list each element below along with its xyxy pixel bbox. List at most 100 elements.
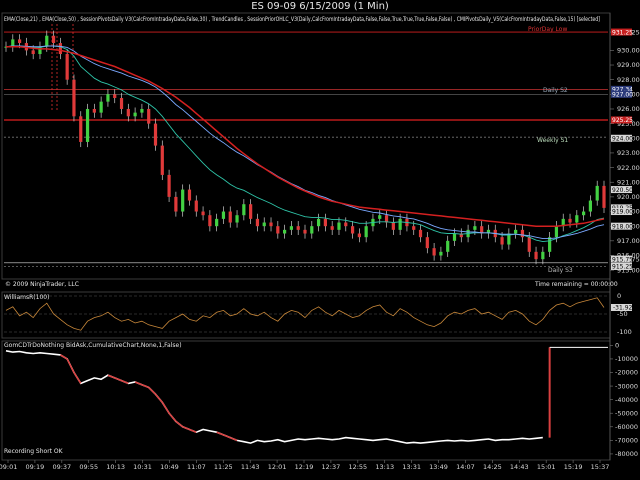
candle-body bbox=[255, 218, 260, 227]
candle-body bbox=[119, 97, 124, 109]
candle-body bbox=[113, 94, 117, 98]
price-tick-label: 929.00 bbox=[617, 61, 640, 69]
candle-body bbox=[337, 222, 341, 230]
delta-tick-label: 0 bbox=[615, 342, 619, 350]
price-tick-label: 921.00 bbox=[617, 178, 640, 186]
williams-panel[interactable] bbox=[1, 291, 611, 339]
candle-body bbox=[310, 226, 314, 234]
candle-body bbox=[201, 211, 205, 216]
candle-body bbox=[425, 237, 429, 249]
candle-body bbox=[126, 108, 130, 117]
candle-body bbox=[548, 237, 552, 252]
williams-tick-label: -50 bbox=[617, 310, 628, 318]
candle-body bbox=[133, 112, 137, 117]
time-tick-label: 09:55 bbox=[79, 463, 98, 471]
candle-body bbox=[330, 226, 334, 230]
price-tick-label: 917.00 bbox=[617, 237, 640, 245]
candle-body bbox=[520, 229, 525, 238]
candle-body bbox=[221, 211, 226, 219]
candle-body bbox=[160, 145, 164, 175]
candle-body bbox=[72, 79, 76, 117]
candle-body bbox=[344, 222, 348, 227]
candle-body bbox=[364, 226, 368, 238]
candle-body bbox=[588, 200, 593, 212]
candle-body bbox=[323, 218, 327, 227]
candle-body bbox=[357, 233, 361, 238]
candle-body bbox=[350, 226, 355, 234]
candle-body bbox=[228, 211, 232, 223]
williams-label: WilliamsR(100) bbox=[4, 294, 49, 301]
candle-body bbox=[167, 174, 171, 197]
candle-body bbox=[79, 116, 83, 142]
price-panel[interactable] bbox=[1, 12, 611, 280]
candle-body bbox=[296, 226, 300, 230]
price-badge-label: 924.00 bbox=[612, 135, 633, 142]
candle-body bbox=[65, 54, 69, 80]
candle-body bbox=[153, 123, 158, 146]
candle-body bbox=[432, 248, 436, 256]
candle-body bbox=[174, 196, 178, 212]
time-tick-label: 13:49 bbox=[429, 463, 448, 471]
time-tick-label: 12:19 bbox=[295, 463, 314, 471]
candle-body bbox=[473, 226, 477, 230]
delta-panel[interactable] bbox=[1, 340, 611, 461]
time-tick-label: 12:01 bbox=[268, 463, 287, 471]
candle-body bbox=[276, 226, 280, 234]
candle-body bbox=[208, 215, 212, 227]
candle-body bbox=[242, 204, 246, 216]
daily-s3-label: Daily S3 bbox=[548, 267, 573, 274]
candle-body bbox=[85, 108, 90, 142]
window-title: ES 09-09 6/15/2009 (1 Min) bbox=[251, 1, 389, 12]
delta-tick-label: -70000 bbox=[615, 437, 638, 445]
candle-body bbox=[418, 229, 423, 238]
candle-body bbox=[31, 50, 35, 55]
copyright-label: © 2009 NinjaTrader, LLC bbox=[5, 281, 79, 288]
candle-body bbox=[514, 229, 518, 234]
candle-body bbox=[262, 222, 266, 227]
candle-body bbox=[187, 189, 192, 201]
candle-body bbox=[452, 233, 457, 241]
candle-body bbox=[595, 185, 599, 201]
delta-label: GomCDTrDoNothing BidAsk,CumulativeChart,… bbox=[4, 342, 182, 349]
price-badge-label: 915.75 bbox=[612, 256, 633, 263]
candle-body bbox=[92, 108, 96, 113]
time-tick-label: 14:43 bbox=[510, 463, 529, 471]
price-axis: 931.25 930.00 929.00 928.00 927.00 926.00 925.… bbox=[609, 13, 640, 460]
delta-tick-label: -10000 bbox=[615, 355, 638, 363]
time-tick-label: 10:13 bbox=[106, 463, 125, 471]
candle-body bbox=[140, 108, 144, 113]
time-tick-label: 13:13 bbox=[375, 463, 394, 471]
candle-body bbox=[378, 215, 382, 219]
candle-body bbox=[398, 218, 402, 230]
candle-body bbox=[51, 35, 56, 44]
candle-body bbox=[575, 215, 579, 223]
candle-body bbox=[249, 204, 253, 219]
candle-body bbox=[147, 108, 151, 124]
candle-body bbox=[45, 35, 49, 47]
candle-body bbox=[602, 185, 606, 208]
time-tick-label: 10:31 bbox=[133, 463, 152, 471]
candle-body bbox=[269, 222, 273, 227]
price-badge-label: 925.25 bbox=[612, 117, 633, 124]
candle-body bbox=[58, 43, 62, 55]
time-tick-label: 11:25 bbox=[214, 463, 233, 471]
time-tick-label: 10:49 bbox=[160, 463, 179, 471]
candle-body bbox=[541, 251, 545, 260]
time-tick-label: 14:07 bbox=[456, 463, 475, 471]
candle-body bbox=[500, 237, 504, 245]
time-tick-label: 09:19 bbox=[26, 463, 45, 471]
price-tick-label: 922.00 bbox=[617, 164, 640, 172]
time-tick-label: 13:31 bbox=[402, 463, 421, 471]
price-tick-label: 928.00 bbox=[617, 76, 640, 84]
candle-body bbox=[446, 240, 450, 252]
time-tick-label: 12:55 bbox=[348, 463, 367, 471]
candle-body bbox=[316, 218, 321, 227]
delta-tick-label: -50000 bbox=[615, 409, 638, 417]
price-tick-label: 920.00 bbox=[617, 193, 640, 201]
candle-body bbox=[283, 229, 287, 234]
time-tick-label: 14:25 bbox=[483, 463, 502, 471]
weekly-s1-label: Weekly S1 bbox=[537, 137, 568, 144]
delta-tick-label: -20000 bbox=[615, 369, 638, 377]
delta-tick-label: -80000 bbox=[615, 450, 638, 458]
candle-body bbox=[194, 200, 198, 212]
